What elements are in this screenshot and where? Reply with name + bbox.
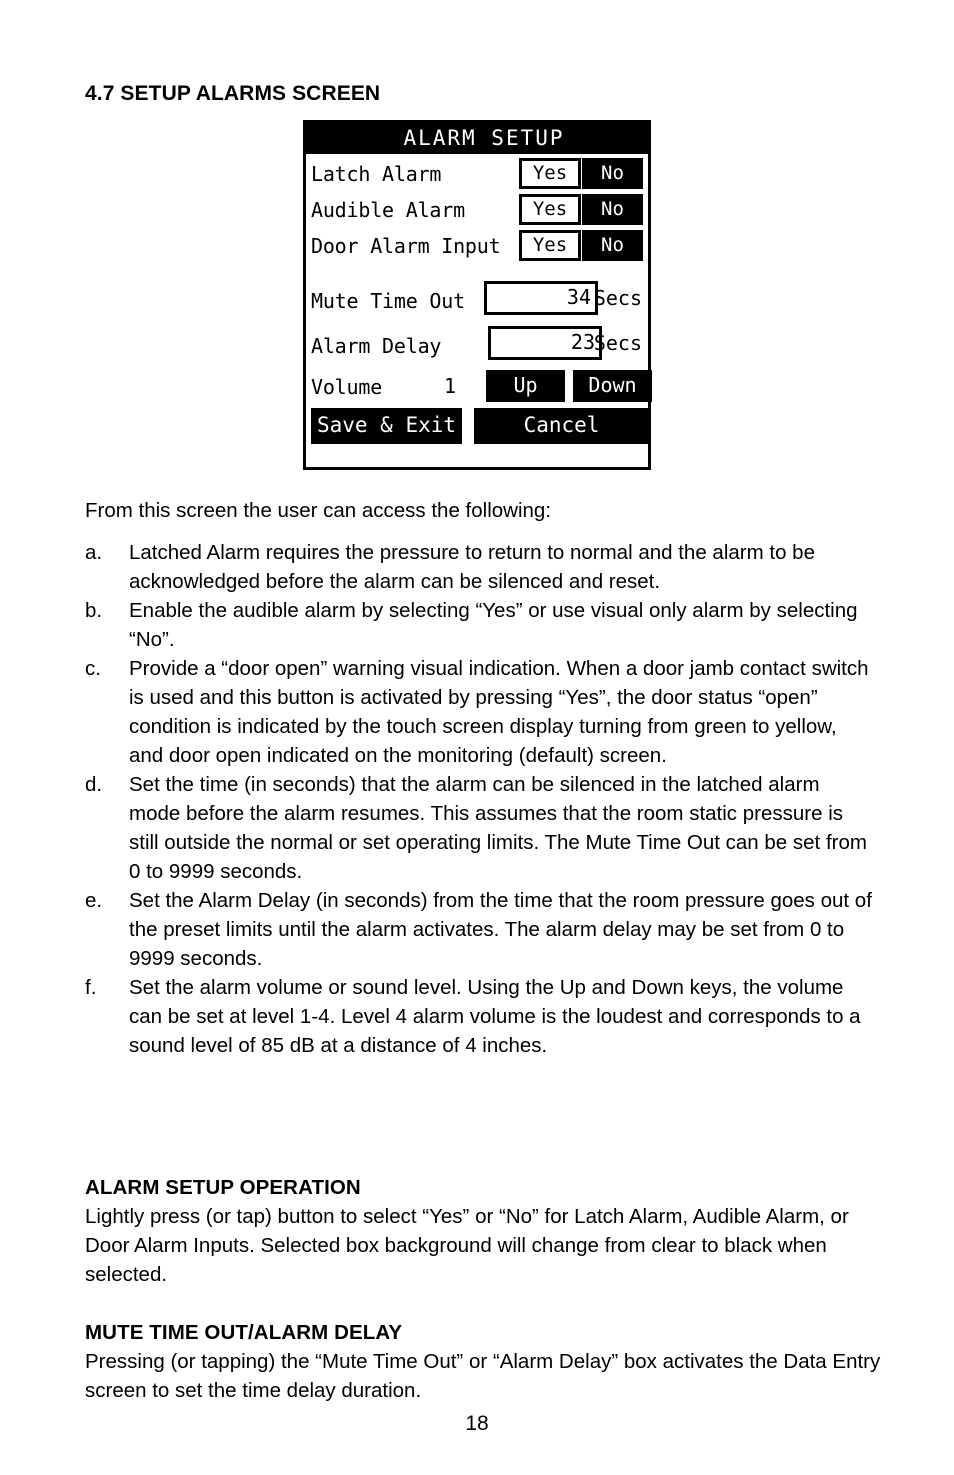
row-door-alarm-input: Door Alarm Input Yes No [311, 228, 643, 264]
alarm-delay-input[interactable]: 23 [488, 326, 602, 360]
list-item-marker: c. [85, 657, 101, 680]
mute-time-out-units: Secs [593, 286, 642, 310]
volume-label: Volume [311, 375, 383, 399]
page-title: 4.7 SETUP ALARMS SCREEN [85, 82, 381, 105]
list-item: c. Provide a “door open” warning visual … [85, 654, 875, 770]
list-item: f. Set the alarm volume or sound level. … [85, 973, 875, 1060]
latch-alarm-yes-button[interactable]: Yes [519, 158, 581, 189]
row-volume: Volume 1 Up Down [311, 368, 652, 406]
latch-alarm-no-button[interactable]: No [582, 158, 643, 189]
lcd-body: Latch Alarm Yes No Audible Alarm Yes No [306, 154, 652, 467]
list-item: e. Set the Alarm Delay (in seconds) from… [85, 886, 875, 973]
list-item-marker: d. [85, 773, 103, 796]
row-alarm-delay: Alarm Delay 23 Secs [311, 323, 643, 368]
door-alarm-input-no-button[interactable]: No [582, 230, 643, 261]
row-actions: Save & Exit Cancel [311, 408, 649, 448]
intro-paragraph: From this screen the user can access the… [85, 499, 552, 522]
lcd-spacer [311, 264, 643, 278]
audible-alarm-yes-button[interactable]: Yes [519, 194, 581, 225]
alarm-setup-lcd: ALARM SETUP Latch Alarm Yes No Audible A… [303, 120, 652, 470]
list-item-text: Latched Alarm requires the pressure to r… [129, 541, 815, 593]
alarm-delay-label: Alarm Delay [311, 333, 442, 358]
list-item: d. Set the time (in seconds) that the al… [85, 770, 875, 886]
latch-alarm-toggle-group: Yes No [519, 158, 643, 189]
row-mute-time-out: Mute Time Out 34 Secs [311, 278, 643, 323]
alarm-setup-screen-figure: ALARM SETUP Latch Alarm Yes No Audible A… [303, 120, 652, 470]
list-item: b. Enable the audible alarm by selecting… [85, 596, 875, 654]
feature-list: a. Latched Alarm requires the pressure t… [85, 538, 875, 1060]
list-item-marker: f. [85, 976, 97, 999]
mute-time-out-alarm-delay-text: Pressing (or tapping) the “Mute Time Out… [85, 1350, 881, 1402]
volume-value: 1 [444, 374, 457, 398]
door-alarm-input-toggle-group: Yes No [519, 230, 643, 261]
audible-alarm-label: Audible Alarm [311, 198, 465, 222]
door-alarm-input-yes-button[interactable]: Yes [519, 230, 581, 261]
volume-down-button[interactable]: Down [573, 370, 652, 402]
save-and-exit-button[interactable]: Save & Exit [311, 408, 462, 444]
list-item-text: Set the time (in seconds) that the alarm… [129, 773, 867, 883]
alarm-setup-operation-text: Lightly press (or tap) button to select … [85, 1205, 849, 1286]
door-alarm-input-label: Door Alarm Input [311, 234, 501, 258]
row-audible-alarm: Audible Alarm Yes No [311, 192, 643, 228]
row-latch-alarm: Latch Alarm Yes No [311, 156, 643, 192]
mute-time-out-alarm-delay-heading: MUTE TIME OUT/ALARM DELAY [85, 1321, 403, 1344]
list-item-text: Enable the audible alarm by selecting “Y… [129, 599, 858, 651]
list-item-text: Set the alarm volume or sound level. Usi… [129, 976, 861, 1057]
list-item-marker: b. [85, 599, 103, 622]
alarm-setup-operation-section: ALARM SETUP OPERATION Lightly press (or … [85, 1173, 885, 1289]
document-page: 4.7 SETUP ALARMS SCREEN ALARM SETUP Latc… [0, 0, 954, 1475]
audible-alarm-no-button[interactable]: No [582, 194, 643, 225]
volume-up-button[interactable]: Up [486, 370, 565, 402]
list-item-text: Set the Alarm Delay (in seconds) from th… [129, 889, 872, 970]
alarm-delay-units: Secs [593, 331, 642, 355]
mute-time-out-input[interactable]: 34 [484, 281, 598, 315]
list-item-text: Provide a “door open” warning visual ind… [129, 657, 869, 767]
alarm-setup-operation-heading: ALARM SETUP OPERATION [85, 1176, 361, 1199]
mute-time-out-label: Mute Time Out [311, 288, 465, 313]
latch-alarm-label: Latch Alarm [311, 162, 442, 186]
audible-alarm-toggle-group: Yes No [519, 194, 643, 225]
mute-time-out-alarm-delay-section: MUTE TIME OUT/ALARM DELAY Pressing (or t… [85, 1318, 885, 1405]
lcd-title-bar: ALARM SETUP [306, 123, 648, 154]
list-item-marker: e. [85, 889, 103, 912]
page-number: 18 [465, 1412, 489, 1435]
list-item: a. Latched Alarm requires the pressure t… [85, 538, 875, 596]
cancel-button[interactable]: Cancel [474, 408, 649, 444]
list-item-marker: a. [85, 541, 103, 564]
